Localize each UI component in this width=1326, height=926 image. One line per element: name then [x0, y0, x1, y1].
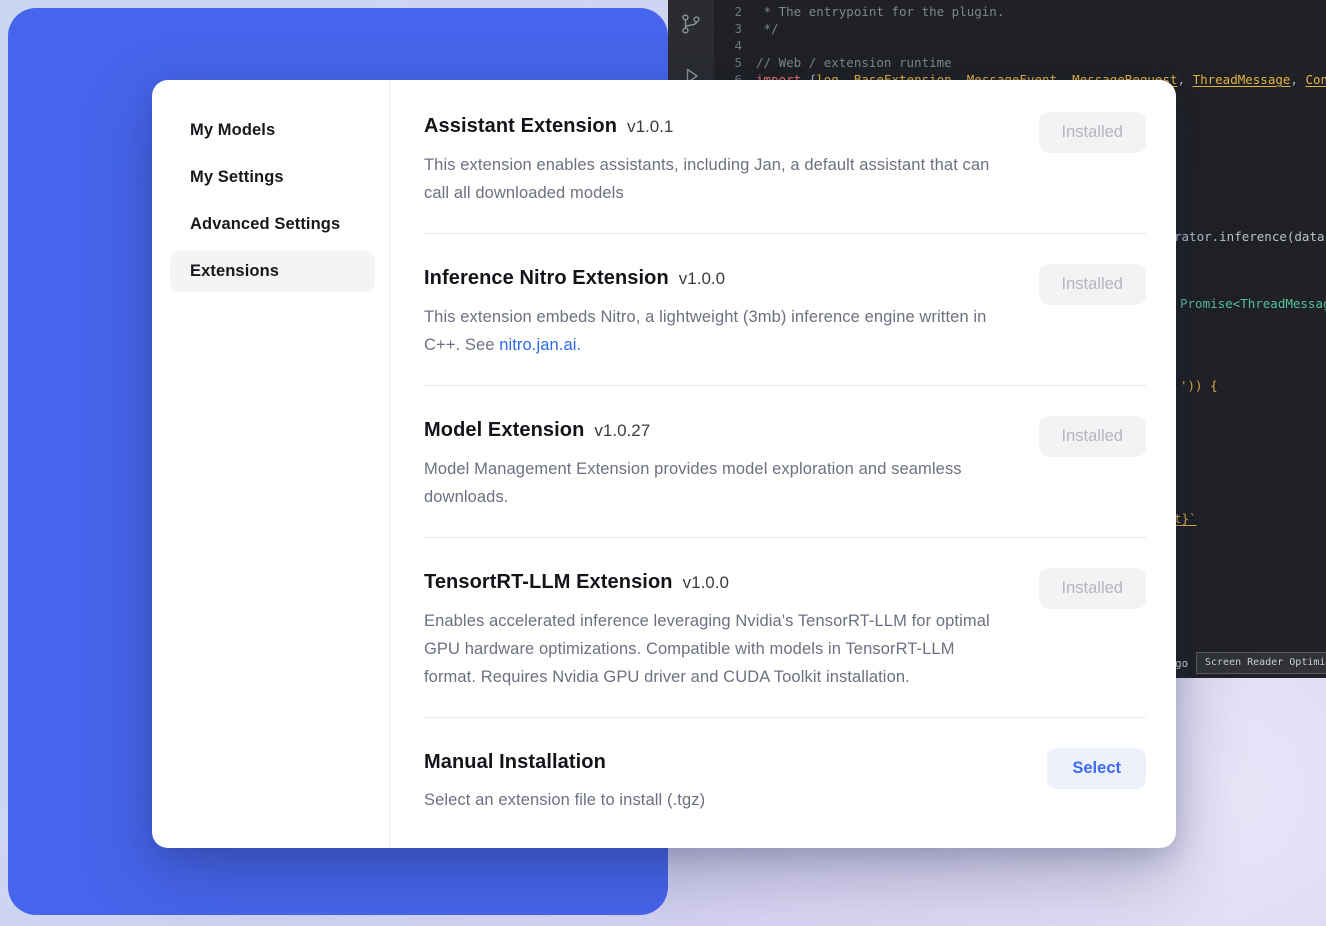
page-background: 2 * The entrypoint for the plugin. 3 */ … [0, 0, 1326, 926]
code-token: ContentType [1305, 71, 1326, 88]
extension-version: v1.0.27 [594, 417, 650, 445]
source-control-icon[interactable] [679, 12, 703, 36]
editor-code-area: 2 * The entrypoint for the plugin. 3 */ … [714, 3, 1326, 88]
settings-modal: My Models My Settings Advanced Settings … [152, 80, 1176, 848]
extension-info: Assistant Extension v1.0.1 This extensio… [424, 112, 1002, 207]
code-line: 5 // Web / extension runtime [714, 54, 1326, 71]
extension-heading: TensortRT-LLM Extension v1.0.0 [424, 568, 1002, 597]
extension-item: Model Extension v1.0.27 Model Management… [424, 386, 1146, 538]
extension-name: Model Extension [424, 416, 584, 444]
extension-heading: Model Extension v1.0.27 [424, 416, 1002, 445]
code-line: 4 [714, 37, 1326, 54]
extension-item: Inference Nitro Extension v1.0.0 This ex… [424, 234, 1146, 386]
extension-version: v1.0.0 [683, 569, 729, 597]
line-number: 3 [714, 20, 742, 37]
extension-heading: Manual Installation [424, 748, 705, 776]
sidebar-item-extensions[interactable]: Extensions [170, 251, 375, 292]
extension-info: Model Extension v1.0.27 Model Management… [424, 416, 1002, 511]
sidebar-item-advanced-settings[interactable]: Advanced Settings [170, 204, 375, 245]
screen-reader-notice: Screen Reader Optimize [1196, 652, 1326, 674]
extension-description: This extension embeds Nitro, a lightweig… [424, 303, 1002, 359]
code-fragment: t}` [1174, 512, 1197, 526]
extension-heading: Inference Nitro Extension v1.0.0 [424, 264, 1002, 293]
code-token: // Web / extension runtime [756, 54, 952, 71]
extension-info: TensortRT-LLM Extension v1.0.0 Enables a… [424, 568, 1002, 691]
extension-version: v1.0.1 [627, 113, 673, 141]
extension-description: This extension enables assistants, inclu… [424, 151, 1002, 207]
installed-button[interactable]: Installed [1039, 568, 1146, 609]
select-button[interactable]: Select [1047, 748, 1146, 789]
line-number: 4 [714, 37, 742, 54]
statusbar-text: go [1175, 657, 1188, 670]
extension-heading: Assistant Extension v1.0.1 [424, 112, 1002, 141]
nitro-link[interactable]: nitro.jan.ai. [499, 336, 581, 354]
installed-button[interactable]: Installed [1039, 112, 1146, 153]
code-fragment: ')) { [1180, 379, 1218, 393]
sidebar-item-my-models[interactable]: My Models [170, 110, 375, 151]
extension-name: Inference Nitro Extension [424, 264, 669, 292]
settings-sidebar: My Models My Settings Advanced Settings … [152, 80, 390, 848]
code-token: * The entrypoint for the plugin. [756, 3, 1004, 20]
code-line: 3 */ [714, 20, 1326, 37]
manual-installation-title: Manual Installation [424, 748, 606, 776]
sidebar-item-my-settings[interactable]: My Settings [170, 157, 375, 198]
code-token: , [1178, 71, 1193, 88]
extension-description: Model Management Extension provides mode… [424, 455, 1002, 511]
extension-version: v1.0.0 [679, 265, 725, 293]
installed-button[interactable]: Installed [1039, 264, 1146, 305]
extension-name: TensortRT-LLM Extension [424, 568, 673, 596]
extension-item: Assistant Extension v1.0.1 This extensio… [424, 110, 1146, 234]
code-fragment: rator.inference(data)); [1174, 230, 1326, 244]
manual-installation-description: Select an extension file to install (.tg… [424, 786, 705, 814]
extension-info: Inference Nitro Extension v1.0.0 This ex… [424, 264, 1002, 359]
manual-installation-item: Manual Installation Select an extension … [424, 718, 1146, 840]
code-fragment: Promise<ThreadMessage> [1180, 297, 1326, 311]
extension-item: TensortRT-LLM Extension v1.0.0 Enables a… [424, 538, 1146, 718]
line-number: 5 [714, 54, 742, 71]
code-line: 2 * The entrypoint for the plugin. [714, 3, 1326, 20]
code-token: */ [756, 20, 779, 37]
extension-info: Manual Installation Select an extension … [424, 748, 705, 814]
installed-button[interactable]: Installed [1039, 416, 1146, 457]
extension-name: Assistant Extension [424, 112, 617, 140]
line-number: 2 [714, 3, 742, 20]
code-token: , [1290, 71, 1305, 88]
extensions-list: Assistant Extension v1.0.1 This extensio… [390, 80, 1176, 848]
extension-description: Enables accelerated inference leveraging… [424, 607, 1002, 691]
code-token: ThreadMessage [1193, 71, 1291, 88]
